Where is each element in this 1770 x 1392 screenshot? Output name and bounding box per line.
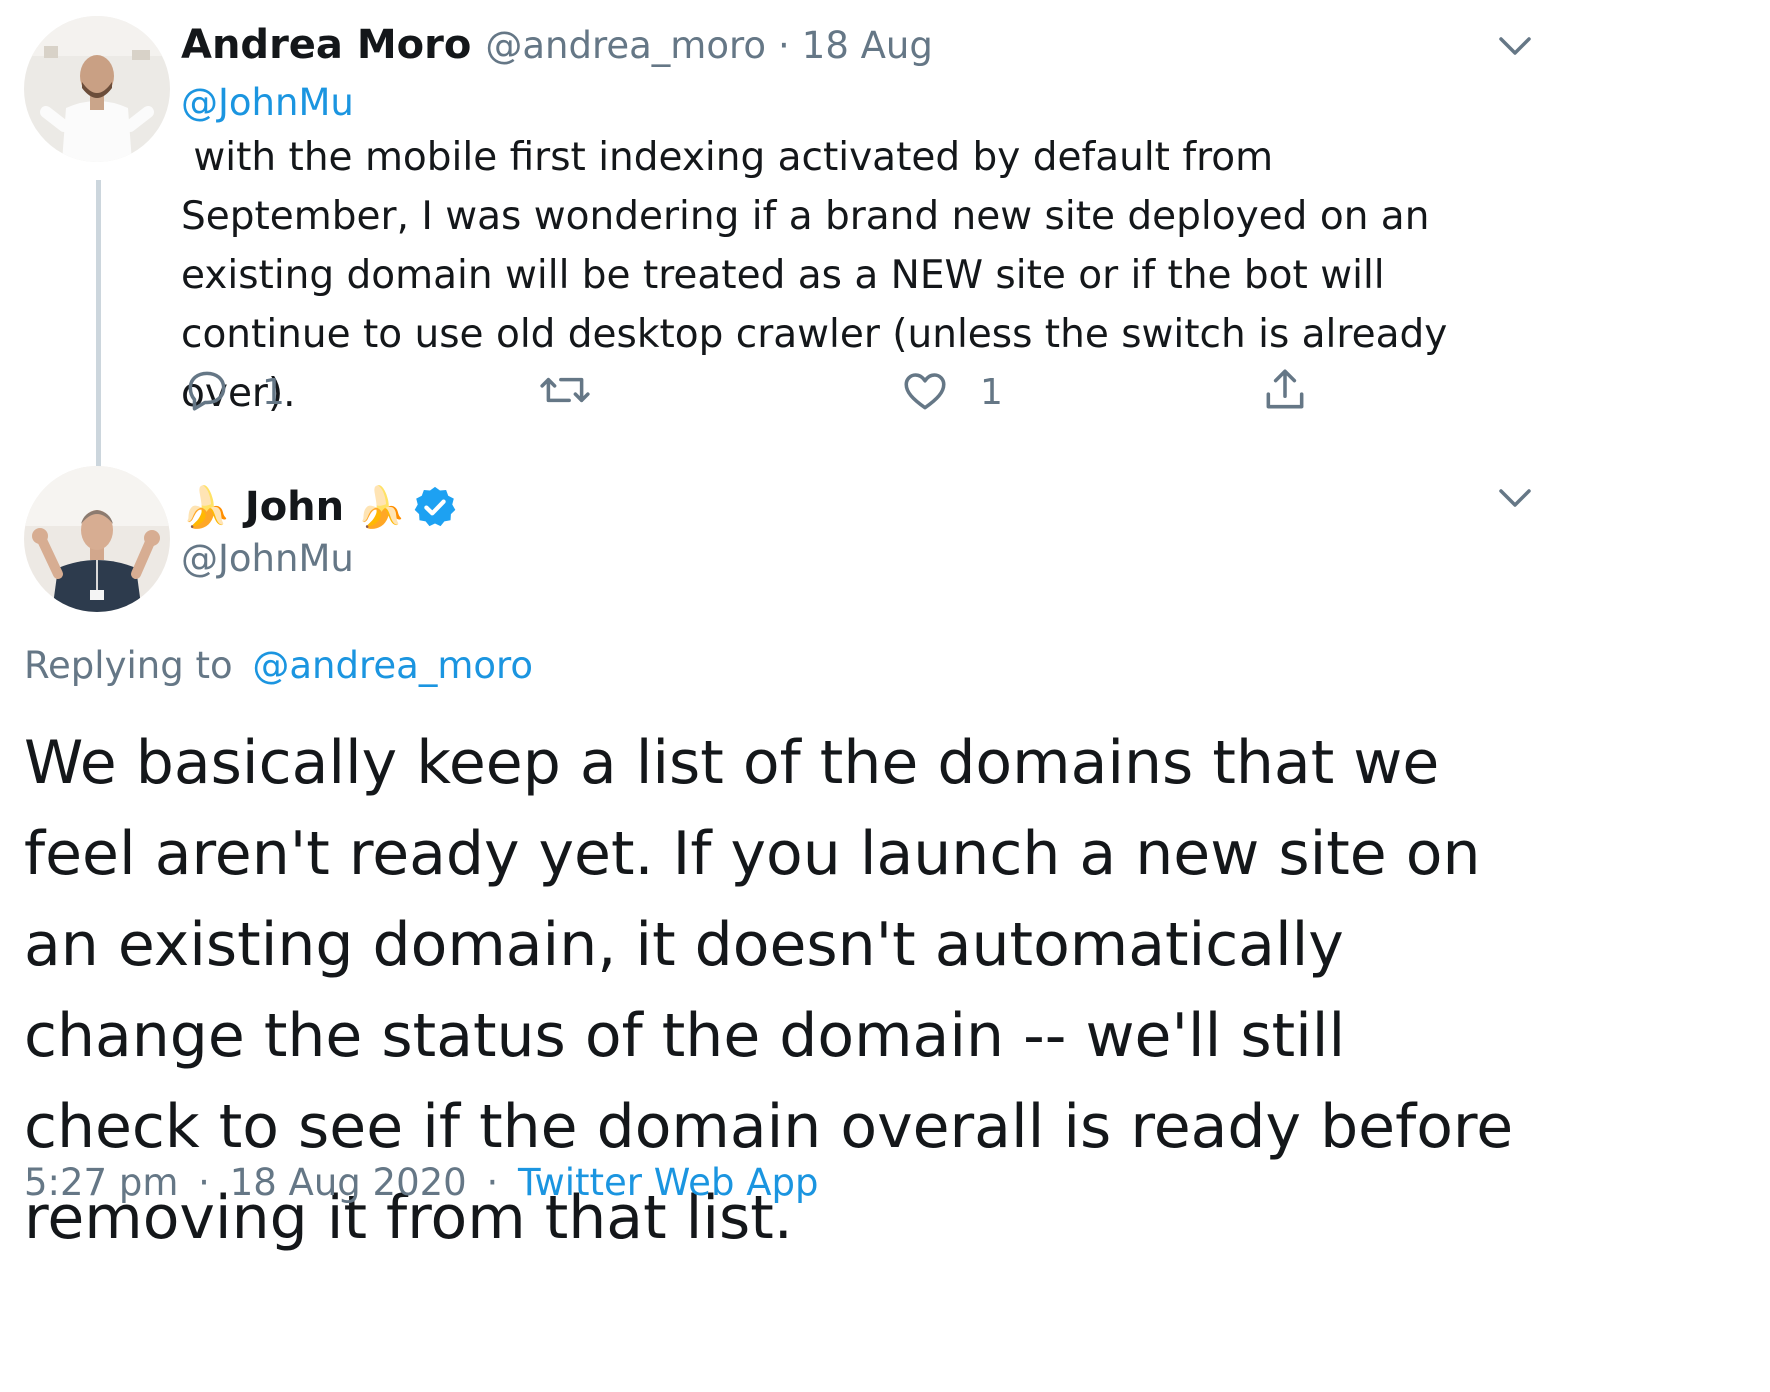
retweet-action[interactable] [538, 365, 618, 419]
avatar-john-mu[interactable] [24, 466, 170, 612]
main-tweet-header: 🍌 John 🍌 [181, 482, 458, 532]
dot-separator: · [486, 1161, 499, 1204]
tweet-date[interactable]: 18 Aug [802, 24, 933, 67]
chevron-down-icon[interactable] [1495, 478, 1535, 518]
dot-separator: · [778, 24, 790, 67]
tweet-time[interactable]: 5:27 pm [24, 1161, 178, 1204]
chevron-down-icon[interactable] [1495, 26, 1535, 66]
banana-emoji: 🍌 [356, 484, 406, 531]
share-icon [1260, 365, 1310, 419]
replying-to-label: Replying to [24, 644, 233, 687]
reply-icon [182, 365, 232, 419]
like-action[interactable]: 1 [900, 365, 1003, 419]
dot-separator: · [198, 1161, 210, 1204]
replying-to-line: Replying to @andrea_moro [24, 643, 533, 689]
author-name[interactable]: John [245, 484, 344, 530]
heart-icon [900, 365, 950, 419]
verified-badge-icon [412, 484, 458, 530]
share-action[interactable] [1260, 365, 1310, 419]
tweet-metadata: 5:27 pm · 18 Aug 2020 · Twitter Web App [24, 1158, 818, 1208]
reply-action[interactable]: 1 [182, 365, 285, 419]
replying-to-handle[interactable]: @andrea_moro [252, 644, 533, 687]
banana-emoji: 🍌 [181, 484, 231, 531]
author-handle[interactable]: @andrea_moro [485, 24, 766, 67]
retweet-icon [538, 365, 592, 419]
like-count: 1 [980, 371, 1003, 413]
author-handle[interactable]: @JohnMu [181, 536, 354, 582]
author-name[interactable]: Andrea Moro [181, 22, 471, 68]
mention-link[interactable]: @JohnMu [181, 80, 354, 126]
avatar-andrea-moro[interactable] [24, 16, 170, 162]
tweet-source[interactable]: Twitter Web App [518, 1161, 818, 1204]
tweet-date[interactable]: 18 Aug 2020 [230, 1161, 467, 1204]
parent-tweet-header: Andrea Moro @andrea_moro · 18 Aug [181, 22, 933, 70]
reply-count: 1 [262, 371, 285, 413]
thread-connector-line [96, 180, 101, 510]
parent-tweet-text: with the mobile first indexing activated… [181, 135, 1460, 416]
